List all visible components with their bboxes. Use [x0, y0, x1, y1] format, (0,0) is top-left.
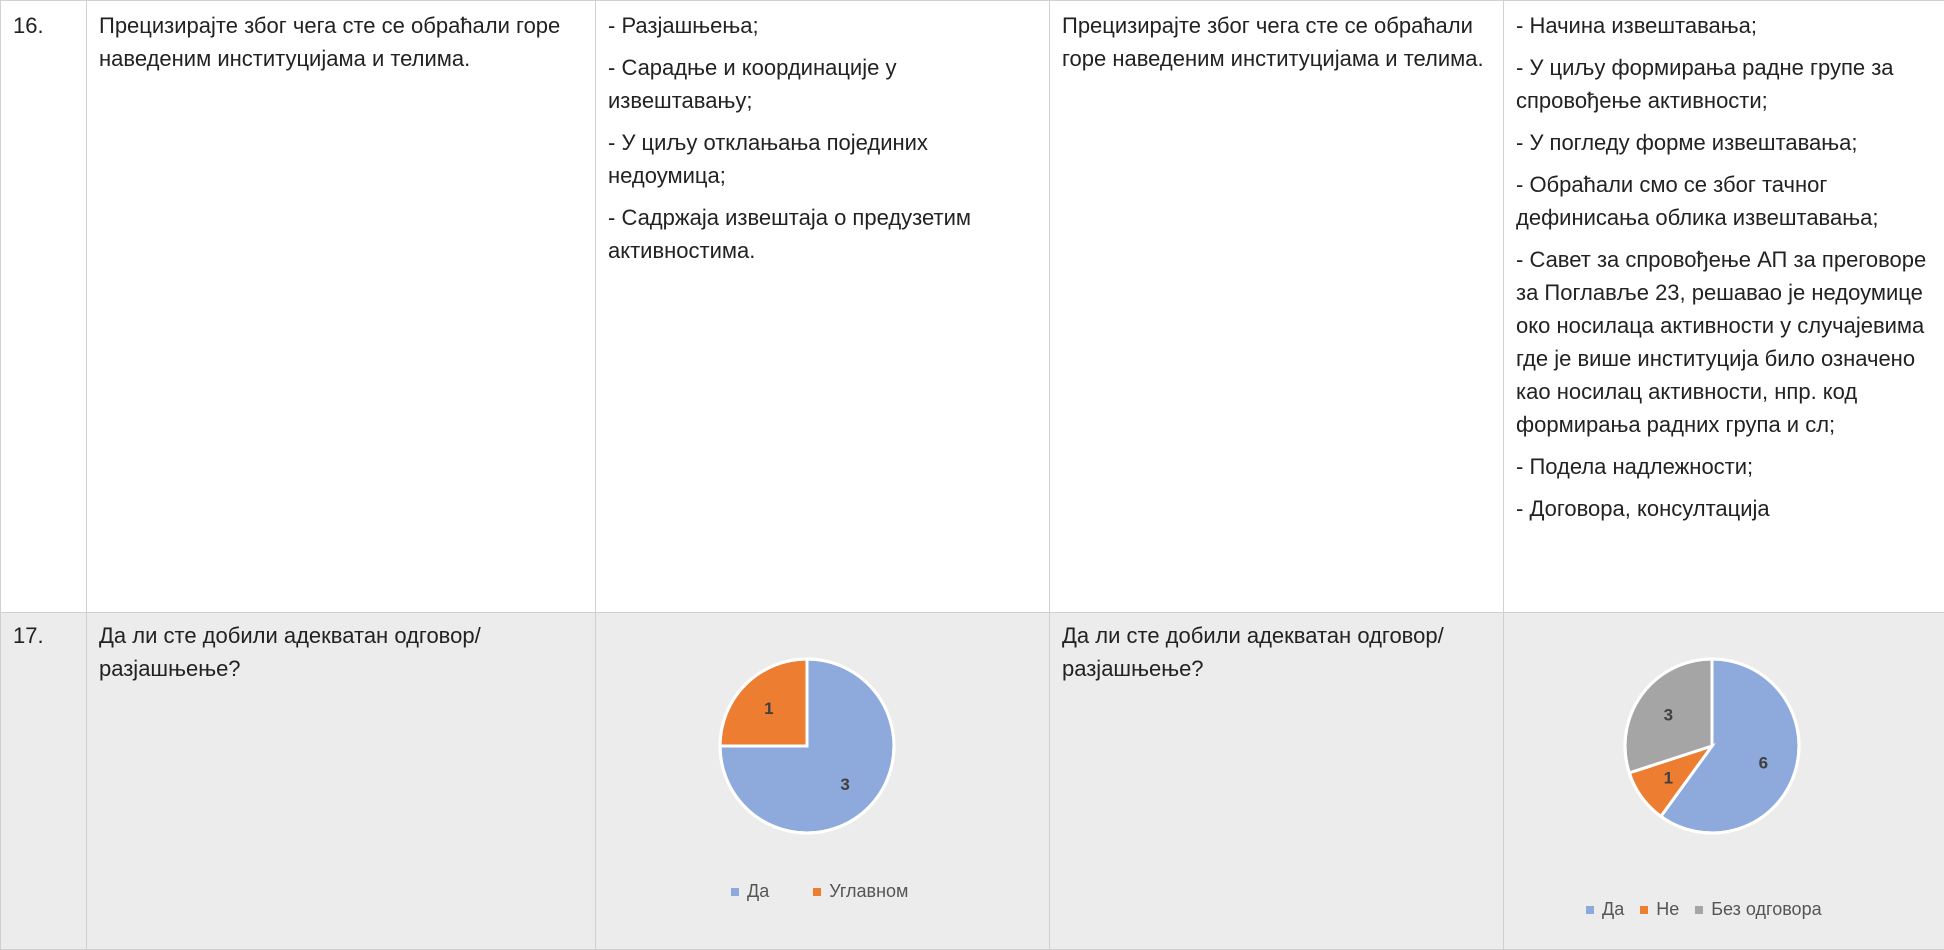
- pie-chart-container: 6 1 3 Да Не Без одговора: [1504, 613, 1944, 949]
- question-text: Да ли сте добили адекватан одговор/разја…: [99, 623, 481, 681]
- answers-list: - Начина извештавања; - У циљу формирања…: [1504, 1, 1944, 525]
- answer-item: - У циљу отклањања појединих недоумица;: [608, 130, 928, 188]
- question-cell: Прецизирајте због чега сте се обраћали г…: [1049, 0, 1504, 613]
- row-number: 17.: [13, 623, 44, 648]
- row-number-cell: 17.: [0, 612, 87, 950]
- question-cell: Да ли сте добили адекватан одговор/разја…: [86, 612, 596, 950]
- answer-item: - Договора, консултација: [1516, 496, 1770, 521]
- data-label: 1: [1664, 769, 1673, 788]
- answers-cell: - Разјашњења; - Сарадње и координације у…: [595, 0, 1050, 613]
- chart-cell: 3 1 Да Углавном: [595, 612, 1050, 950]
- answers-list: - Разјашњења; - Сарадње и координације у…: [596, 1, 1049, 267]
- answer-item: - Начина извештавања;: [1516, 13, 1757, 38]
- table-row: 17. Да ли сте добили адекватан одговор/р…: [0, 612, 1944, 950]
- legend-swatch: [1640, 905, 1649, 914]
- table-row: 16. Прецизирајте због чега сте се обраћа…: [0, 0, 1944, 613]
- legend-label: Не: [1656, 899, 1680, 919]
- answer-item: - Савет за спровођење АП за преговоре за…: [1516, 247, 1927, 437]
- legend-swatch: [1586, 905, 1594, 914]
- legend-swatch: [1695, 905, 1704, 914]
- legend-label: Да: [1602, 899, 1625, 919]
- chart-cell: 6 1 3 Да Не Без одговора: [1503, 612, 1944, 950]
- legend-label: Без одговора: [1711, 899, 1822, 919]
- survey-table: 16. Прецизирајте због чега сте се обраћа…: [0, 0, 1944, 950]
- legend-item: Да: [731, 881, 769, 902]
- answer-item: - Разјашњења;: [608, 13, 759, 38]
- legend-label: Углавном: [829, 881, 909, 901]
- answer-item: - Сарадње и координације у извештавању;: [608, 55, 897, 113]
- answer-item: - У погледу форме извештавања;: [1516, 130, 1858, 155]
- chart-legend: Да Углавном: [731, 881, 934, 902]
- answer-item: - Садржаја извештаја о предузетим активн…: [608, 205, 971, 263]
- question-text: Прецизирајте због чега сте се обраћали г…: [99, 13, 561, 71]
- legend-item: Без одговора: [1695, 899, 1822, 920]
- answer-item: - У циљу формирања радне групе за спрово…: [1516, 55, 1894, 113]
- row-number: 16.: [13, 13, 44, 38]
- data-label: 3: [840, 775, 849, 794]
- question-cell: Да ли сте добили адекватан одговор/разја…: [1049, 612, 1504, 950]
- data-label: 6: [1759, 754, 1768, 773]
- chart-legend: Да Не Без одговора: [1586, 899, 1838, 920]
- answer-item: - Подела надлежности;: [1516, 454, 1754, 479]
- legend-item: Углавном: [813, 881, 908, 902]
- legend-label: Да: [747, 881, 770, 901]
- answer-item: - Обраћали смо се због тачног дефинисања…: [1516, 172, 1879, 230]
- legend-swatch: [731, 887, 739, 896]
- question-text: Прецизирајте због чега сте се обраћали г…: [1062, 13, 1484, 71]
- legend-swatch: [813, 887, 822, 896]
- data-label: 3: [1664, 705, 1673, 724]
- legend-item: Не: [1640, 899, 1679, 920]
- legend-item: Да: [1586, 899, 1624, 920]
- answers-cell: - Начина извештавања; - У циљу формирања…: [1503, 0, 1944, 613]
- row-number-cell: 16.: [0, 0, 87, 613]
- pie-chart-container: 3 1 Да Углавном: [596, 613, 1049, 949]
- question-cell: Прецизирајте због чега сте се обраћали г…: [86, 0, 596, 613]
- data-label: 1: [764, 699, 773, 718]
- question-text: Да ли сте добили адекватан одговор/разја…: [1062, 623, 1444, 681]
